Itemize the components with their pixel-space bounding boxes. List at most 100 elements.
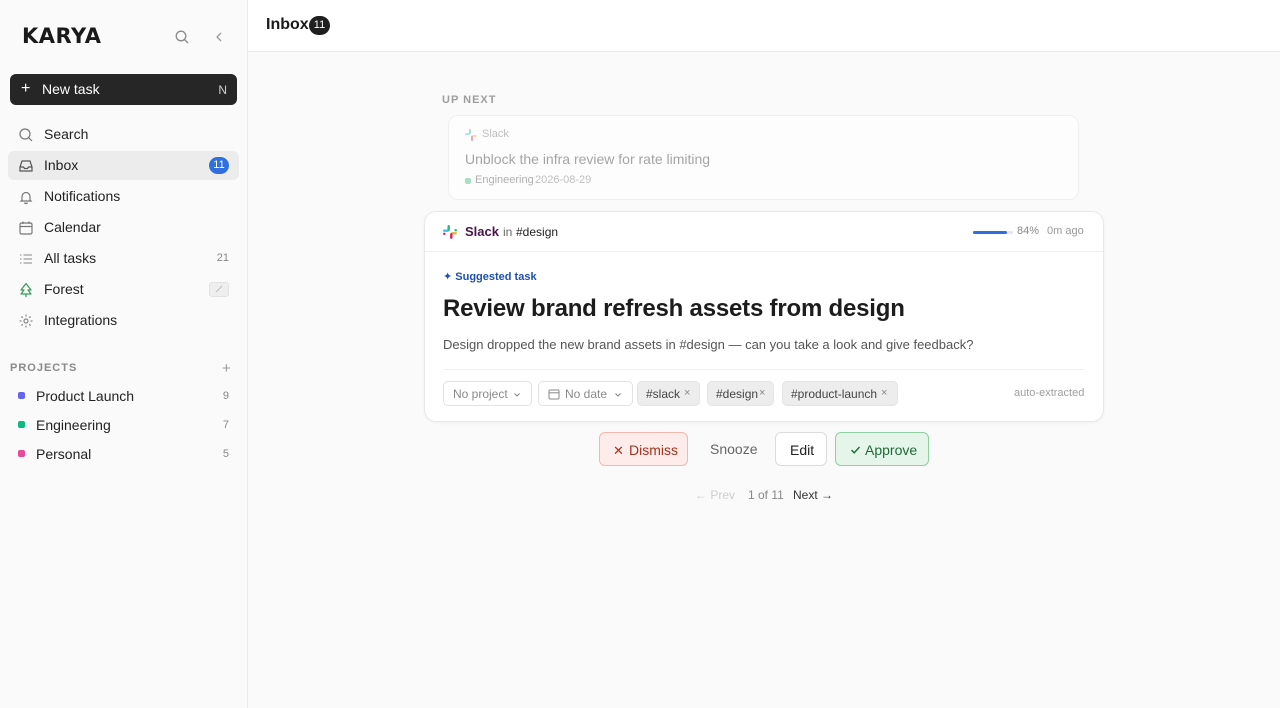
calendar-icon [548,389,560,400]
pager-count: 1 of 11 [748,488,784,502]
inbox-count-badge: 11 [309,16,330,35]
chevron-down-icon [514,393,520,397]
sidebar-item-label: Search [44,126,89,142]
task-title: Review brand refresh assets from design [443,295,905,322]
approve-label: Approve [865,442,918,458]
search-icon [19,128,33,142]
logo-row: KARYA [22,24,232,48]
page-title: Inbox [266,16,309,33]
project-color-dot [18,392,25,399]
remove-tag-icon[interactable]: × [759,387,765,399]
confidence-bar-fill [973,231,1007,234]
project-select-label: No project [453,387,508,401]
sidebar-item-label: Integrations [44,312,118,328]
project-color-dot [465,178,471,184]
plus-icon: + [21,80,31,97]
tag-label: #slack [646,387,681,401]
inbox-icon [19,160,33,172]
snooze-button[interactable]: Snooze [701,432,763,466]
inbox-count-badge: 11 [209,157,229,174]
project-item-engineering[interactable]: Engineering 7 [10,413,232,435]
project-color-dot [18,421,25,428]
divider [443,369,1085,370]
up-next-title: Unblock the infra review for rate limiti… [465,151,711,167]
slack-icon [465,129,477,141]
suggested-task-label: ✦ Suggested task [443,271,537,283]
search-icon[interactable] [174,29,190,45]
tag-label: #product-launch [791,387,878,401]
auto-extracted-label: auto-extracted [1014,387,1085,399]
confidence-bar [973,231,1013,234]
collapse-sidebar-icon[interactable] [212,29,226,45]
next-button[interactable]: Next → [793,488,833,502]
sidebar-item-label: All tasks [44,250,97,266]
check-icon [850,446,861,454]
task-description: Design dropped the new brand assets in #… [443,337,974,352]
dismiss-button[interactable]: ✕ Dismiss [599,432,688,466]
up-next-project: Engineering [475,174,534,186]
projects-heading: PROJECTS [10,362,78,374]
project-label: Personal [36,446,92,462]
sidebar-item-label: Inbox [44,157,79,173]
card-header: Slack in #design 84% 0m ago [425,212,1103,252]
project-count: 5 [222,448,229,460]
tag-label: #design [716,387,759,401]
project-item-personal[interactable]: Personal 5 [10,442,232,464]
remove-tag-icon[interactable]: × [684,387,690,399]
sidebar-item-label: Notifications [44,188,121,204]
calendar-icon [19,221,33,235]
sidebar-item-label: Calendar [44,219,101,235]
sidebar-item-forest[interactable]: Forest [8,275,239,304]
project-label: Engineering [36,417,111,433]
sidebar-item-integrations[interactable]: Integrations [8,306,239,335]
sidebar: KARYA + New task N Search Inbox 11 Notif… [0,0,248,708]
prev-button[interactable]: ← Prev [695,488,735,502]
tag-chip[interactable]: #slack × [637,381,700,406]
tag-chip[interactable]: #design × [707,381,774,406]
edit-label: Edit [790,442,815,458]
project-count: 9 [222,390,229,402]
confidence-percent: 84% [1017,225,1040,237]
sidebar-item-notifications[interactable]: Notifications [8,182,239,211]
bell-icon [19,191,33,205]
card-source-in: in [503,225,513,239]
sidebar-item-inbox[interactable]: Inbox 11 [8,151,239,180]
project-color-dot [18,450,25,457]
project-count: 7 [222,419,229,431]
close-icon: ✕ [613,443,624,458]
project-item-product-launch[interactable]: Product Launch 9 [10,384,232,406]
project-select[interactable]: No project [443,381,532,406]
suggested-task-card: Slack in #design 84% 0m ago ✦ Suggested … [424,211,1104,422]
page-header: Inbox 11 [248,0,1280,52]
external-link-icon[interactable] [209,282,229,297]
add-project-button[interactable]: + [222,360,231,377]
sidebar-item-search[interactable]: Search [8,120,239,149]
dismiss-label: Dismiss [629,442,678,458]
card-source: Slack [465,224,499,239]
new-task-shortcut: N [218,83,227,97]
up-next-label: UP NEXT [442,94,497,106]
sidebar-item-all-tasks[interactable]: All tasks 21 [8,244,239,273]
tag-chip[interactable]: #product-launch × [782,381,898,406]
list-icon [20,254,32,264]
up-next-card[interactable]: Slack Unblock the infra review for rate … [448,115,1079,200]
approve-button[interactable]: Approve [835,432,929,466]
date-select[interactable]: No date [538,381,633,406]
card-timestamp: 0m ago [1047,225,1084,237]
project-label: Product Launch [36,388,135,404]
brand-logo: KARYA [22,24,102,48]
chevron-down-icon [615,393,621,397]
up-next-date: 2026-08-29 [535,174,592,186]
date-select-label: No date [565,387,608,401]
new-task-label: New task [42,81,100,97]
new-task-button[interactable]: + New task N [10,74,237,105]
edit-button[interactable]: Edit [775,432,827,466]
tree-icon [20,282,32,297]
sidebar-item-calendar[interactable]: Calendar [8,213,239,242]
card-channel: #design [516,225,559,239]
remove-tag-icon[interactable]: × [881,387,887,399]
snooze-label: Snooze [710,441,758,457]
sidebar-item-label: Forest [44,281,84,297]
integrations-icon [19,314,33,328]
all-tasks-count: 21 [216,252,229,264]
